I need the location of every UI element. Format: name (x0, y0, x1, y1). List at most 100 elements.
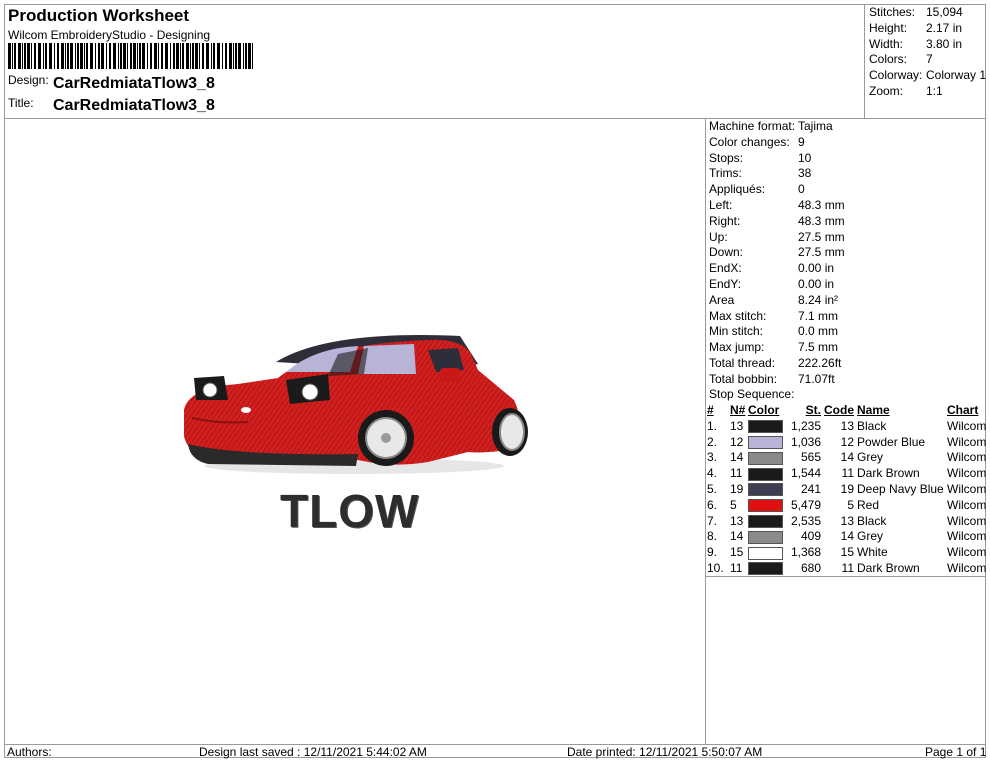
stop-number: 7. (707, 513, 718, 528)
color-swatch (748, 467, 783, 481)
stop-code: 13 (840, 418, 854, 433)
stop-chart: Wilcom (947, 529, 987, 544)
properties-panel: Machine format: Tajima Color changes: 9 Stop… (709, 119, 845, 388)
stop-color-name: Dark Brown (857, 560, 920, 575)
property-key: Appliqués: (709, 182, 766, 197)
property-key: Stops: (709, 150, 744, 165)
stop-needle: 14 (730, 450, 744, 465)
summary-row: Width: 3.80 in (869, 37, 986, 53)
table-header-row: # N# Color St. Code Name Chart (707, 403, 988, 419)
color-swatch (748, 562, 783, 576)
property-row: Max stitch: 7.1 mm (709, 309, 845, 325)
stop-needle: 19 (730, 481, 744, 496)
stop-color-cell (748, 529, 786, 545)
property-key: Right: (709, 213, 741, 228)
stop-color-cell (748, 419, 786, 435)
summary-value: 15,094 (926, 5, 963, 19)
stop-color-name: Black (857, 418, 887, 433)
property-value: 48.3 mm (798, 213, 845, 228)
stop-color-name: Grey (857, 450, 884, 465)
summary-value: 7 (926, 52, 933, 67)
footer-authors: Authors: (7, 745, 52, 759)
property-value: 27.5 mm (798, 229, 845, 244)
stop-number: 4. (707, 466, 718, 481)
property-value: 10 (798, 150, 812, 165)
property-value: 71.07ft (798, 371, 835, 386)
property-value: 222.26ft (798, 355, 842, 370)
property-row: Appliqués: 0 (709, 182, 845, 198)
stop-needle: 13 (730, 418, 744, 433)
property-row: Right: 48.3 mm (709, 214, 845, 230)
col-name: Name (857, 403, 890, 417)
summary-divider (864, 4, 865, 118)
property-value: 9 (798, 134, 805, 149)
summary-row: Colorway: Colorway 1 (869, 68, 986, 84)
page-title: Production Worksheet (8, 6, 190, 25)
stop-color-name: Grey (857, 529, 884, 544)
stop-chart: Wilcom (947, 450, 987, 465)
stop-code: 5 (847, 497, 854, 512)
property-key: Min stitch: (709, 324, 764, 339)
property-key: Area (709, 292, 735, 307)
stop-chart: Wilcom (947, 481, 987, 496)
property-row: Min stitch: 0.0 mm (709, 324, 845, 340)
design-title: CarRedmiataTlow3_8 (53, 97, 215, 114)
design-label: Design: (8, 73, 49, 87)
stop-color-cell (748, 450, 786, 466)
summary-value: 3.80 in (926, 36, 963, 51)
stop-color-name: Deep Navy Blue (857, 481, 944, 496)
color-swatch (748, 546, 783, 560)
stop-stitches: 1,235 (790, 418, 821, 433)
table-row: 2. 12 1,036 12 Powder Blue Wilcom (707, 435, 988, 451)
summary-row: Colors: 7 (869, 52, 986, 68)
stop-stitches: 5,479 (790, 497, 821, 512)
property-value: 27.5 mm (798, 245, 845, 260)
summary-key: Height: (869, 20, 908, 35)
summary-value: Colorway 1 (926, 68, 987, 83)
stop-needle: 14 (730, 529, 744, 544)
property-row: Color changes: 9 (709, 135, 845, 151)
color-swatch (748, 420, 783, 434)
property-row: Total thread: 222.26ft (709, 356, 845, 372)
stop-chart: Wilcom (947, 466, 987, 481)
property-row: Max jump: 7.5 mm (709, 340, 845, 356)
footer-page-number: Page 1 of 1 (925, 745, 987, 759)
property-value: 0 (798, 182, 805, 197)
summary-panel: Stitches: 15,094 Height: 2.17 in Width: 3.80 … (869, 5, 986, 100)
col-num: # (707, 403, 714, 417)
property-value: Tajima (798, 119, 833, 133)
stop-color-cell (748, 514, 786, 530)
stop-code: 19 (840, 481, 854, 496)
stop-needle: 15 (730, 545, 744, 560)
color-swatch (748, 499, 783, 513)
design-name: CarRedmiataTlow3_8 (53, 75, 215, 92)
stop-chart: Wilcom (947, 418, 987, 433)
property-row: Down: 27.5 mm (709, 245, 845, 261)
stop-color-name: Black (857, 513, 887, 528)
property-key: Machine format: (709, 119, 796, 133)
property-row: Trims: 38 (709, 166, 845, 182)
stop-stitches: 409 (800, 529, 821, 544)
title-label: Title: (8, 96, 34, 110)
stop-code: 12 (840, 434, 854, 449)
property-value: 48.3 mm (798, 197, 845, 212)
table-row: 5. 19 241 19 Deep Navy Blue Wilcom (707, 482, 988, 498)
stop-number: 1. (707, 418, 718, 433)
stop-chart: Wilcom (947, 560, 987, 575)
stop-color-name: Dark Brown (857, 466, 920, 481)
table-row: 1. 13 1,235 13 Black Wilcom (707, 419, 988, 435)
property-value: 8.24 in² (798, 292, 839, 307)
stop-needle: 11 (730, 560, 743, 575)
stop-sequence-title: Stop Sequence: (709, 387, 795, 401)
stop-needle: 5 (730, 497, 737, 512)
footer-divider (4, 744, 986, 745)
color-swatch (748, 514, 783, 528)
stop-color-cell (748, 545, 786, 561)
property-value: 0.0 mm (798, 324, 839, 339)
property-row: Machine format: Tajima (709, 119, 845, 135)
color-swatch (748, 530, 783, 544)
stop-chart: Wilcom (947, 545, 987, 560)
summary-key: Colorway: (869, 68, 923, 83)
property-value: 38 (798, 166, 812, 181)
stop-number: 8. (707, 529, 718, 544)
